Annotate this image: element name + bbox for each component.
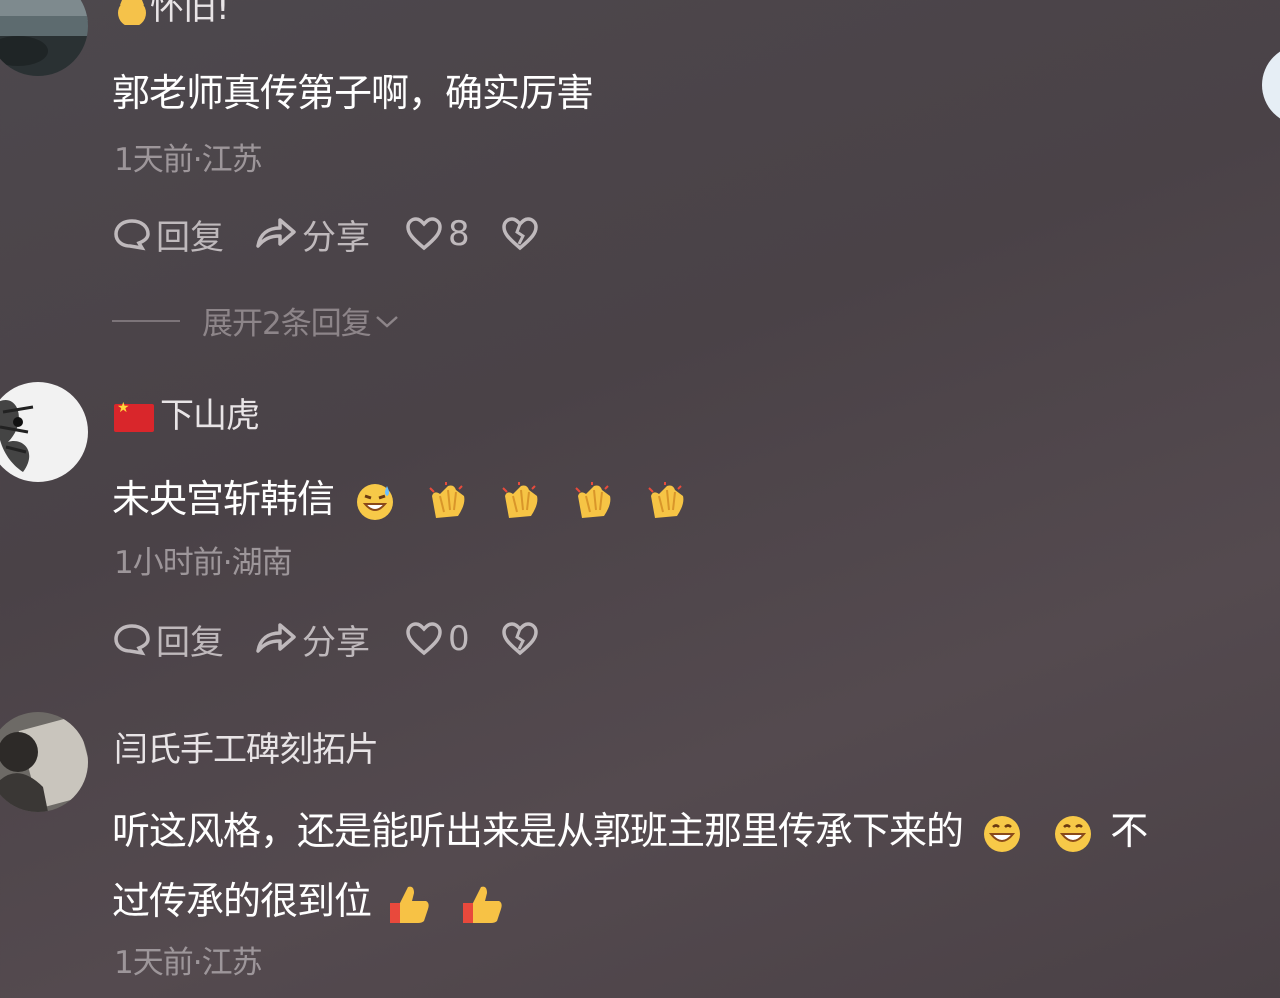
comment-text-body: 过传承的很到位 (112, 879, 372, 923)
username[interactable]: 怀旧! (114, 0, 230, 29)
avatar[interactable] (0, 0, 88, 76)
comment-text: 郭老师真传第子啊，确实厉害 (112, 71, 594, 115)
like-button[interactable]: 8 (404, 214, 470, 254)
cn-flag-icon (114, 400, 154, 432)
comment-text-line-1: 听这风格，还是能听出来是从郭班主那里传承下来的 不 (112, 800, 1148, 855)
grin-emoji (984, 815, 1021, 852)
reply-label: 回复 (156, 217, 224, 258)
clap-emoji (575, 481, 611, 518)
like-button[interactable]: 0 (404, 619, 470, 659)
comment-text-body: 未央宫斩韩信 (112, 477, 335, 521)
share-label: 分享 (302, 622, 370, 663)
comment-actions: 回复 分享 0 (112, 615, 540, 664)
like-count: 0 (448, 619, 470, 659)
share-arrow-icon (256, 623, 296, 653)
heart-icon (406, 622, 442, 656)
thumbs-up-emoji (390, 886, 429, 923)
broken-heart-icon (501, 217, 538, 251)
divider-line (112, 319, 180, 322)
like-count: 8 (448, 214, 470, 254)
share-button[interactable]: 分享 (254, 615, 370, 664)
share-label: 分享 (302, 217, 370, 258)
partial-avatar (1262, 45, 1280, 125)
comment-meta: 1天前·江苏 (114, 945, 263, 981)
username-text: 怀旧! (150, 0, 230, 28)
avatar[interactable] (0, 712, 88, 812)
expand-replies[interactable]: 展开2条回复 (112, 298, 401, 343)
dislike-button[interactable] (500, 619, 540, 659)
clap-emoji (502, 481, 538, 518)
grin-sweat-emoji (357, 483, 394, 520)
dislike-button[interactable] (500, 214, 540, 254)
reply-button[interactable]: 回复 (112, 210, 224, 259)
share-arrow-icon (256, 218, 296, 248)
comment-meta: 1小时前·湖南 (114, 545, 293, 581)
share-button[interactable]: 分享 (254, 210, 370, 259)
comment-bubble-icon (114, 624, 150, 656)
chevron-down-icon (375, 315, 398, 328)
reply-button[interactable]: 回复 (112, 615, 224, 664)
broken-heart-icon (501, 622, 538, 656)
username[interactable]: 下山虎 (114, 388, 260, 437)
comment-text: 未央宫斩韩信 (112, 468, 687, 523)
comment-text-body: 听这风格，还是能听出来是从郭班主那里传承下来的 (112, 809, 964, 853)
grin-emoji (1055, 815, 1092, 852)
reply-label: 回复 (156, 622, 224, 663)
clap-emoji (648, 481, 684, 518)
heart-icon (406, 217, 442, 251)
comment-actions: 回复 分享 8 (112, 210, 540, 259)
comment-meta: 1天前·江苏 (114, 142, 263, 178)
comment-text-line-2: 过传承的很到位 (112, 870, 505, 925)
avatar[interactable] (0, 382, 88, 482)
cat-emoji (118, 0, 146, 27)
username[interactable]: 闫氏手工碑刻拓片 (114, 722, 379, 771)
clap-emoji (429, 481, 465, 518)
thumbs-up-emoji (463, 886, 502, 923)
expand-label: 展开2条回复 (202, 306, 372, 342)
comment-text-tail: 不 (1110, 809, 1148, 853)
username-text: 下山虎 (160, 396, 260, 436)
comment-bubble-icon (114, 219, 150, 251)
